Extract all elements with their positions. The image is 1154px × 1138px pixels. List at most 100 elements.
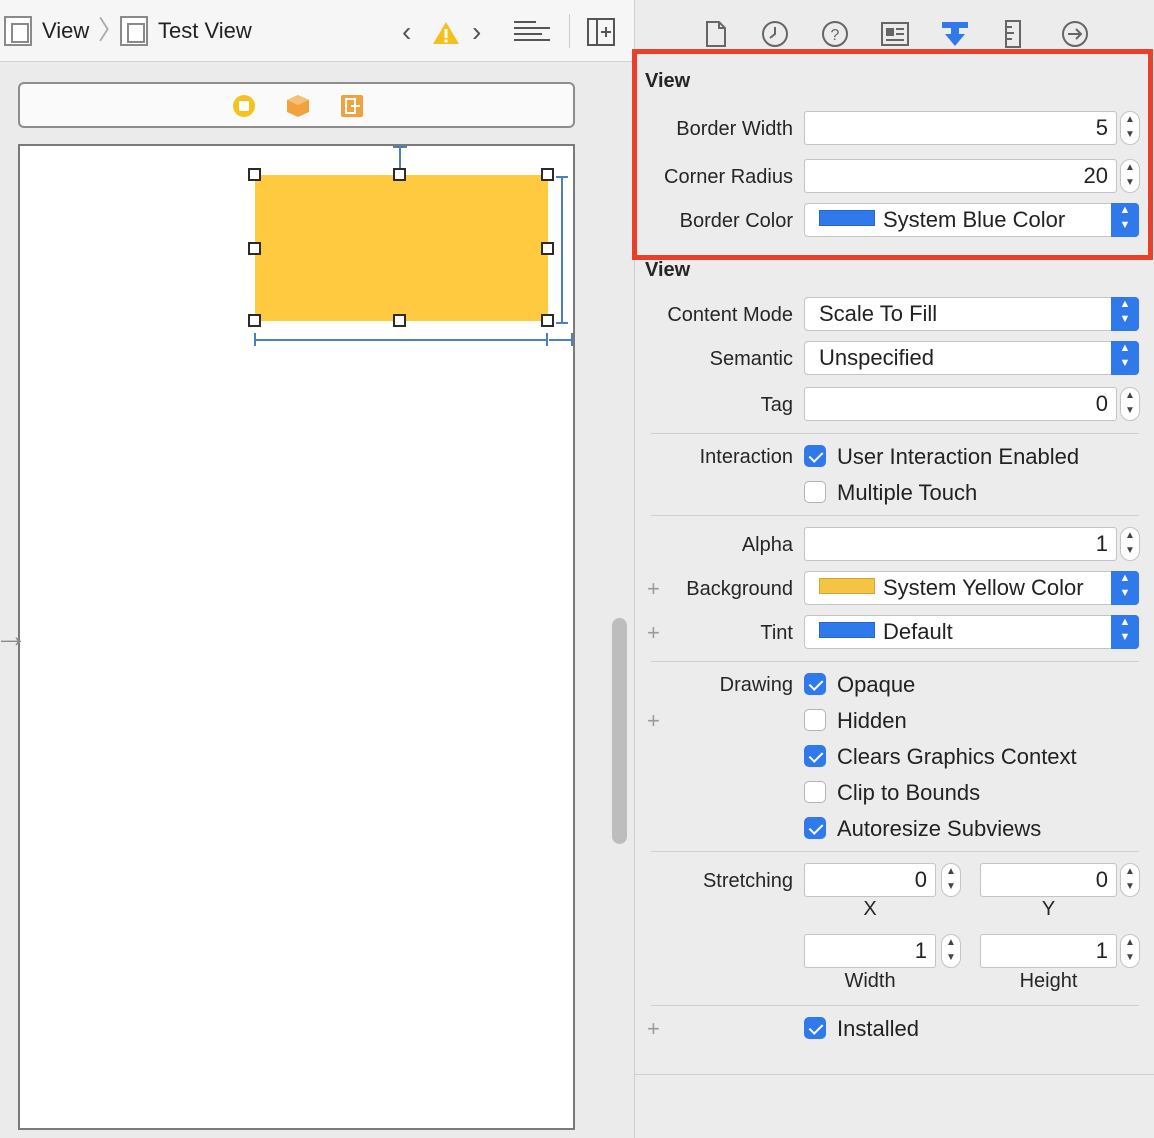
hidden-checkbox[interactable] [804,709,826,731]
jumpbar-divider [569,14,570,48]
help-icon[interactable]: ? [821,20,849,48]
stretch-height-field[interactable]: 1 [980,934,1117,968]
add-variation-icon[interactable]: + [647,708,660,734]
svg-text:?: ? [831,27,840,44]
content-mode-popup[interactable]: Scale To Fill ▲ ▼ [804,297,1139,331]
interaction-label: Interaction [699,446,793,468]
breadcrumb-view[interactable]: View [42,18,89,44]
chevron-updown-icon: ▲ ▼ [1111,297,1139,331]
alpha-stepper[interactable]: ▲ ▼ [1120,527,1140,561]
width-constraint-cap [546,333,548,346]
connections-inspector-icon[interactable] [1061,20,1089,48]
opaque-checkbox[interactable] [804,673,826,695]
stretch-y-field[interactable]: 0 [980,863,1117,897]
chevron-updown-icon: ▲ ▼ [1111,615,1139,649]
breadcrumb-test-view[interactable]: Test View [158,18,252,44]
outline-menu-icon[interactable] [514,20,550,44]
user-interaction-checkbox[interactable] [804,445,826,467]
identity-inspector-icon[interactable] [881,22,909,46]
autoresize-checkbox[interactable] [804,817,826,839]
installed-label: Installed [837,1016,919,1041]
width-constraint-cap [254,333,256,346]
highlight-annotation [632,49,1153,260]
width-constraint[interactable] [255,339,547,341]
separator [651,433,1139,434]
add-variation-icon[interactable]: + [647,576,660,602]
resize-handle[interactable] [248,168,261,181]
chevron-updown-icon: ▲ ▼ [1111,571,1139,605]
stretch-height-stepper[interactable]: ▲ ▼ [1120,934,1140,968]
stretch-width-field[interactable]: 1 [804,934,936,968]
forward-chevron-icon[interactable]: › [472,18,481,46]
add-variation-icon[interactable]: + [647,1016,660,1042]
user-interaction-label: User Interaction Enabled [837,444,1080,469]
warning-icon[interactable] [432,20,460,46]
semantic-popup[interactable]: Unspecified ▲ ▼ [804,341,1139,375]
tint-label: Tint [760,622,793,644]
view-section-title: View [645,259,691,281]
view-controller-icon[interactable] [232,94,256,118]
separator [651,515,1139,516]
inspector-bottom-divider [635,1074,1154,1075]
semantic-value: Unspecified [819,345,934,370]
alpha-label: Alpha [741,534,793,556]
resize-handle[interactable] [541,314,554,327]
x-caption: X [863,898,877,920]
stretch-x-field[interactable]: 0 [804,863,936,897]
tag-field[interactable]: 0 [804,387,1117,421]
height-constraint[interactable] [561,177,563,323]
background-popup[interactable]: System Yellow Color ▲ ▼ [804,571,1139,605]
resize-handle[interactable] [248,314,261,327]
exit-icon[interactable] [340,94,364,118]
resize-handle[interactable] [393,168,406,181]
stretch-width-stepper[interactable]: ▲ ▼ [941,934,961,968]
vertical-scrollbar[interactable] [612,618,627,844]
size-inspector-icon[interactable] [1005,20,1021,48]
resize-handle[interactable] [248,242,261,255]
chevron-updown-icon: ▲ ▼ [1111,341,1139,375]
height-constraint-cap [556,322,568,324]
autoresize-label: Autoresize Subviews [837,816,1042,841]
resize-handle[interactable] [541,242,554,255]
add-editor-icon[interactable] [587,18,615,46]
separator [651,661,1139,662]
width-caption: Width [844,970,896,992]
alpha-field[interactable]: 1 [804,527,1117,561]
top-constraint[interactable] [399,148,401,168]
tint-value: Default [883,619,953,644]
tag-stepper[interactable]: ▲ ▼ [1120,387,1140,421]
file-inspector-icon[interactable] [705,20,727,48]
resize-handle[interactable] [393,314,406,327]
clip-to-bounds-checkbox[interactable] [804,781,826,803]
first-responder-icon[interactable] [286,94,310,118]
tag-label: Tag [760,394,793,416]
separator [651,851,1139,852]
test-view[interactable] [255,175,548,321]
multiple-touch-label: Multiple Touch [837,480,978,505]
test-view-icon [120,16,148,46]
blue-color-swatch [819,622,875,638]
multiple-touch-checkbox[interactable] [804,481,826,503]
clears-graphics-checkbox[interactable] [804,745,826,767]
scene-dock [18,82,575,128]
add-variation-icon[interactable]: + [647,620,660,646]
inspector-tab-bar: ? [635,0,1154,53]
separator [651,1005,1139,1006]
installed-checkbox[interactable] [804,1017,826,1039]
history-icon[interactable] [761,20,789,48]
yellow-color-swatch [819,578,875,594]
stretching-label: Stretching [702,870,793,892]
height-caption: Height [1019,970,1078,992]
stretch-x-stepper[interactable]: ▲ ▼ [941,863,961,897]
clears-graphics-label: Clears Graphics Context [837,744,1077,769]
hidden-label: Hidden [837,708,907,733]
tint-popup[interactable]: Default ▲ ▼ [804,615,1139,649]
stretch-y-stepper[interactable]: ▲ ▼ [1120,863,1140,897]
background-value: System Yellow Color [883,575,1084,600]
y-caption: Y [1041,898,1056,920]
trailing-constraint[interactable] [549,339,573,341]
back-chevron-icon[interactable]: ‹ [402,18,411,46]
trailing-constraint-cap [571,333,573,346]
resize-handle[interactable] [541,168,554,181]
attributes-inspector-icon[interactable] [939,18,971,50]
